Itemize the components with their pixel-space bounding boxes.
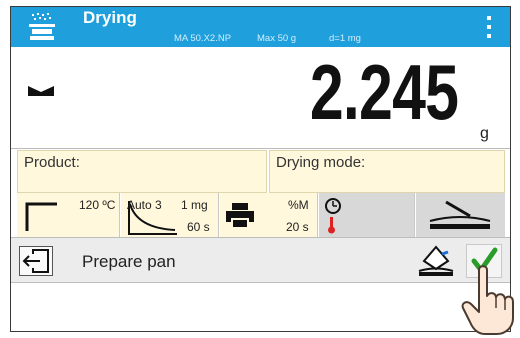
print-unit: %M xyxy=(288,198,309,212)
tile-drying-profile[interactable]: Auto 3 1 mg 60 s xyxy=(121,193,219,237)
stable-indicator-icon xyxy=(28,86,54,96)
bottom-bar: Prepare pan xyxy=(11,237,510,283)
product-label: Product: xyxy=(24,154,80,171)
profile-name: Auto 3 xyxy=(127,198,162,212)
max-capacity-label: Max 50 g xyxy=(257,33,297,44)
print-interval: 20 s xyxy=(286,220,309,234)
tare-pan-icon xyxy=(418,245,454,276)
app-title: Drying xyxy=(83,8,137,27)
profile-time-value: 60 s xyxy=(187,220,210,234)
mass-value: 2.245 xyxy=(309,48,459,136)
timer-thermometer-icon xyxy=(325,198,341,234)
exit-icon xyxy=(22,249,49,273)
printer-icon xyxy=(226,203,254,229)
standard-drying-profile-icon xyxy=(25,202,57,231)
division-label: d=1 mg xyxy=(329,33,361,44)
tile-status[interactable] xyxy=(319,193,415,237)
prompt-text: Prepare pan xyxy=(82,252,176,271)
tile-pan-handler[interactable] xyxy=(416,193,505,237)
weighing-display: 2.245 g xyxy=(11,47,510,149)
pan-handler-icon xyxy=(429,200,491,229)
header-bar: Drying MA 50.X2.NP Max 50 g d=1 mg xyxy=(11,7,510,47)
resolution-value: 1 mg xyxy=(181,198,208,212)
product-field[interactable]: Product: xyxy=(17,150,267,193)
tare-pan-button[interactable] xyxy=(416,244,456,278)
tile-printout[interactable]: %M 20 s xyxy=(220,193,318,237)
exit-button[interactable] xyxy=(19,246,53,276)
drying-mode-field[interactable]: Drying mode: xyxy=(269,150,505,193)
drying-pan-icon xyxy=(29,13,55,40)
tile-temperature[interactable]: 120 ºC xyxy=(17,193,120,237)
temperature-value: 120 ºC xyxy=(79,198,116,212)
vertical-dots-menu-icon[interactable] xyxy=(481,13,497,43)
drying-mode-label: Drying mode: xyxy=(276,154,366,171)
model-label: MA 50.X2.NP xyxy=(174,33,232,44)
pointing-hand-icon xyxy=(461,265,514,335)
mass-unit: g xyxy=(480,125,489,142)
terminal-screen: Drying MA 50.X2.NP Max 50 g d=1 mg 2.245… xyxy=(10,6,511,332)
